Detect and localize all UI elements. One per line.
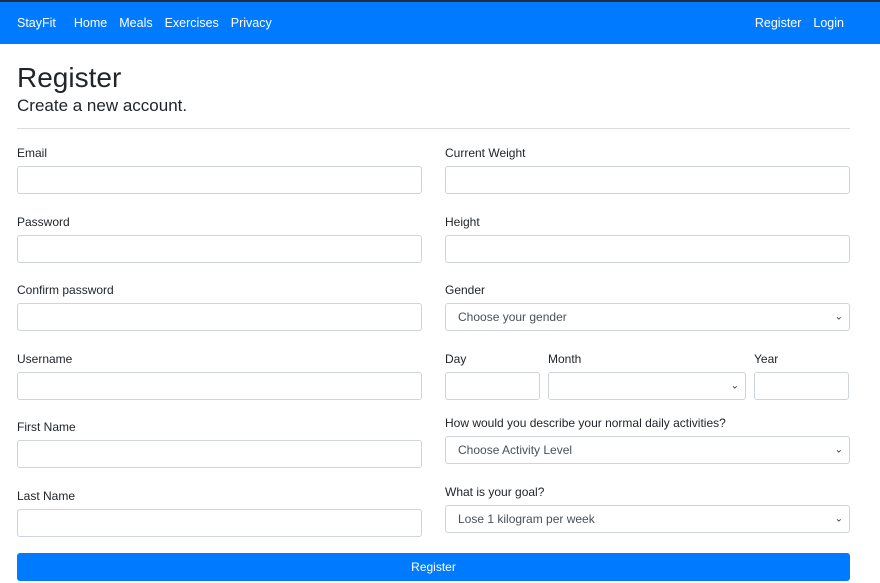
nav-register-link[interactable]: Register	[755, 16, 802, 30]
chevron-down-icon: ⌄	[834, 513, 843, 524]
nav-exercises-link[interactable]: Exercises	[165, 16, 219, 30]
chevron-down-icon: ⌄	[730, 380, 739, 391]
goal-group: What is your goal? Lose 1 kilogram per w…	[445, 484, 850, 549]
chevron-down-icon: ⌄	[834, 444, 843, 456]
last-name-field[interactable]	[17, 508, 422, 537]
gender-select[interactable]: Choose your gender ⌄	[445, 303, 850, 331]
gender-label: Gender	[445, 283, 486, 297]
last-name-group: Last Name	[17, 488, 422, 553]
nav-auth-links: Register Login	[755, 16, 844, 30]
confirm-password-field[interactable]	[17, 303, 422, 331]
email-group: Email	[17, 145, 422, 210]
goal-select-value: Lose 1 kilogram per week	[458, 511, 595, 526]
page-title: Register	[17, 62, 122, 93]
password-label: Password	[17, 214, 70, 229]
nav-privacy-link[interactable]: Privacy	[231, 16, 272, 30]
register-form: Email Password Confirm password Username…	[17, 141, 850, 552]
username-group: Username	[17, 351, 422, 416]
divider	[17, 128, 850, 129]
first-name-group: First Name	[17, 419, 422, 484]
last-name-label: Last Name	[17, 488, 76, 503]
day-group: Day	[445, 347, 540, 412]
gender-select-value: Choose your gender	[458, 310, 567, 324]
gender-group: Gender Choose your gender ⌄	[445, 282, 850, 347]
register-button[interactable]: Register	[17, 553, 850, 581]
first-name-field[interactable]	[17, 440, 422, 468]
activity-select-value: Choose Activity Level	[458, 443, 573, 457]
height-group: Height	[445, 214, 850, 279]
month-group: Month ⌄	[548, 347, 746, 412]
page-subtitle: Create a new account.	[17, 96, 188, 115]
email-field[interactable]	[17, 166, 422, 194]
left-column: Email Password Confirm password Username…	[17, 141, 422, 552]
date-of-birth-group: Day Month ⌄ Year	[445, 347, 850, 412]
password-field[interactable]	[17, 234, 422, 263]
year-label: Year	[754, 351, 779, 366]
activity-label: How would you describe your normal daily…	[445, 416, 726, 430]
confirm-password-label: Confirm password	[17, 283, 114, 297]
confirm-password-group: Confirm password	[17, 282, 422, 347]
day-field[interactable]	[445, 371, 540, 400]
nav-login-link[interactable]: Login	[813, 16, 844, 30]
year-group: Year	[754, 347, 849, 412]
username-field[interactable]	[17, 371, 422, 400]
current-weight-field[interactable]	[445, 166, 850, 194]
password-group: Password	[17, 214, 422, 279]
username-label: Username	[17, 351, 73, 366]
page-content: Register Create a new account. Email Pas…	[0, 61, 880, 581]
year-field[interactable]	[754, 371, 849, 400]
current-weight-label: Current Weight	[445, 146, 526, 160]
activity-group: How would you describe your normal daily…	[445, 415, 850, 480]
month-label: Month	[548, 351, 582, 366]
goal-label: What is your goal?	[445, 484, 545, 499]
goal-select[interactable]: Lose 1 kilogram per week ⌄	[445, 504, 850, 533]
brand-link[interactable]: StayFit	[17, 16, 56, 30]
day-label: Day	[445, 351, 467, 366]
nav-meals-link[interactable]: Meals	[119, 16, 152, 30]
height-field[interactable]	[445, 234, 850, 263]
email-label: Email	[17, 146, 48, 160]
activity-level-select[interactable]: Choose Activity Level ⌄	[445, 436, 850, 464]
current-weight-group: Current Weight	[445, 145, 850, 210]
month-select[interactable]: ⌄	[548, 371, 746, 400]
first-name-label: First Name	[17, 420, 76, 434]
nav-links: Home Meals Exercises Privacy	[74, 16, 272, 30]
nav-home-link[interactable]: Home	[74, 16, 107, 30]
chevron-down-icon: ⌄	[834, 311, 843, 323]
height-label: Height	[445, 214, 480, 229]
navbar: StayFit Home Meals Exercises Privacy Reg…	[0, 2, 880, 44]
right-column: Current Weight Height Gender Choose your…	[445, 141, 850, 552]
